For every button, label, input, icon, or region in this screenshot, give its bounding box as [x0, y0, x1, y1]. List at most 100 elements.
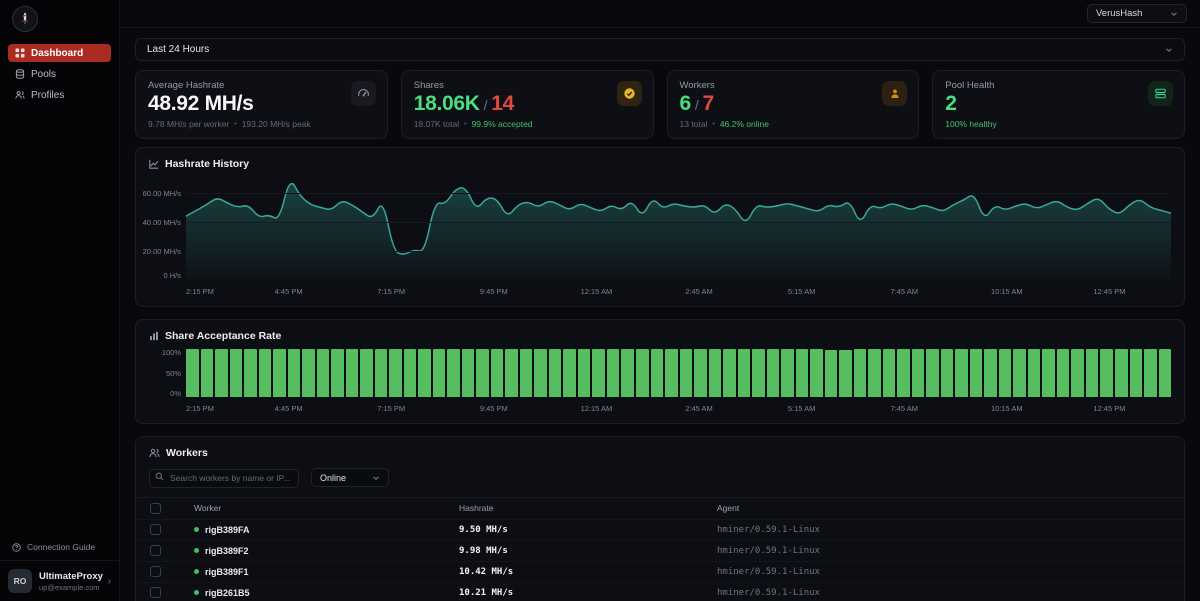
- acceptance-bar: [607, 349, 620, 397]
- x-tick-label: 5:15 AM: [788, 404, 816, 413]
- acceptance-bar: [418, 349, 431, 397]
- select-all-checkbox[interactable]: [150, 503, 161, 514]
- acceptance-bar: [230, 349, 243, 397]
- x-tick-label: 12:45 PM: [1093, 404, 1125, 413]
- avatar: RO: [8, 569, 32, 593]
- x-tick-label: 7:45 AM: [890, 287, 918, 296]
- sidebar-item-label: Pools: [31, 69, 56, 80]
- acceptance-bar: [1159, 349, 1172, 397]
- x-tick-label: 10:15 AM: [991, 287, 1023, 296]
- acceptance-bar: [360, 349, 373, 397]
- status-filter-value: Online: [320, 473, 346, 483]
- acceptance-bar: [578, 349, 591, 397]
- online-status-dot: [194, 569, 199, 574]
- panel-header: Workers: [136, 437, 1184, 466]
- topbar: VerusHash: [120, 0, 1200, 28]
- worker-agent: hminer/0.59.1-Linux: [717, 582, 1184, 601]
- y-tick-label: 40.00 MH/s: [143, 218, 181, 227]
- hashrate-y-axis: 60.00 MH/s40.00 MH/s20.00 MH/s0 H/s: [142, 177, 186, 280]
- acceptance-bar: [839, 350, 852, 397]
- table-row[interactable]: rigB389FA 9.50 MH/s hminer/0.59.1-Linux: [136, 519, 1184, 540]
- value-separator: /: [695, 97, 699, 113]
- row-checkbox[interactable]: [150, 587, 161, 598]
- x-tick-label: 2:45 AM: [685, 287, 713, 296]
- card-subtext: 13 total • 46.2% online: [680, 119, 907, 129]
- acceptance-bars: [186, 349, 1171, 397]
- sidebar-item-profiles[interactable]: Profiles: [8, 86, 111, 104]
- acceptance-bar: [1130, 349, 1143, 397]
- acceptance-bar: [1042, 349, 1055, 397]
- acceptance-bar: [201, 349, 214, 397]
- acceptance-bar: [244, 349, 257, 397]
- worker-name: rigB389F2: [205, 546, 249, 556]
- y-tick-label: 0 H/s: [163, 271, 181, 280]
- time-range-select[interactable]: Last 24 Hours: [135, 38, 1185, 61]
- table-row[interactable]: rigB389F1 10.42 MH/s hminer/0.59.1-Linux: [136, 561, 1184, 582]
- column-header-hashrate: Hashrate: [459, 497, 717, 519]
- acceptance-bar: [302, 349, 315, 397]
- x-tick-label: 12:15 AM: [581, 287, 613, 296]
- status-filter-select[interactable]: Online: [311, 468, 389, 487]
- acceptance-bar: [1057, 349, 1070, 397]
- sidebar-nav: Dashboard Pools Profiles: [0, 40, 119, 108]
- sidebar-item-dashboard[interactable]: Dashboard: [8, 44, 111, 62]
- x-tick-label: 4:45 PM: [275, 404, 303, 413]
- row-checkbox[interactable]: [150, 566, 161, 577]
- acceptance-bar: [447, 349, 460, 397]
- card-subtext: 18.07K total • 99.9% accepted: [414, 119, 641, 129]
- sidebar-item-pools[interactable]: Pools: [8, 65, 111, 83]
- card-workers: Workers 6/7 13 total • 46.2% online: [667, 70, 920, 139]
- connection-guide-link[interactable]: Connection Guide: [0, 534, 119, 560]
- worker-agent: hminer/0.59.1-Linux: [717, 519, 1184, 540]
- acceptance-bar: [273, 349, 286, 397]
- table-row[interactable]: rigB389F2 9.98 MH/s hminer/0.59.1-Linux: [136, 540, 1184, 561]
- panel-title: Share Acceptance Rate: [165, 330, 281, 342]
- acceptance-bar: [781, 349, 794, 397]
- search-icon: [155, 472, 164, 481]
- sidebar-spacer: [0, 108, 119, 534]
- acceptance-bar: [389, 349, 402, 397]
- algorithm-select-value: VerusHash: [1096, 8, 1142, 19]
- acceptance-plot: [186, 349, 1171, 397]
- row-checkbox[interactable]: [150, 545, 161, 556]
- acceptance-bar: [955, 349, 968, 397]
- algorithm-select[interactable]: VerusHash: [1087, 4, 1187, 23]
- x-tick-label: 12:45 PM: [1093, 287, 1125, 296]
- table-row[interactable]: rigB261B5 10.21 MH/s hminer/0.59.1-Linux: [136, 582, 1184, 601]
- acceptance-bar: [767, 349, 780, 397]
- profiles-users-icon: [15, 90, 25, 100]
- x-tick-label: 4:45 PM: [275, 287, 303, 296]
- acceptance-bar: [868, 349, 881, 397]
- bar-chart-icon: [149, 331, 159, 341]
- acceptance-bar: [1028, 349, 1041, 397]
- acceptance-bar: [331, 349, 344, 397]
- card-label: Workers: [680, 80, 907, 91]
- acceptance-bar: [1086, 349, 1099, 397]
- acceptance-chart: 100%50%0%: [136, 349, 1184, 399]
- acceptance-bar: [621, 349, 634, 397]
- acceptance-bar: [1144, 349, 1157, 397]
- x-tick-label: 2:15 PM: [186, 404, 214, 413]
- user-email: up@example.com: [39, 583, 101, 592]
- worker-name: rigB389F1: [205, 567, 249, 577]
- acceptance-bar: [709, 349, 722, 397]
- grid-line: [186, 222, 1171, 223]
- acceptance-bar: [520, 349, 533, 397]
- app-logo[interactable]: [12, 6, 38, 32]
- panel-title: Workers: [166, 447, 208, 459]
- acceptance-bar: [680, 349, 693, 397]
- card-label: Pool Health: [945, 80, 1172, 91]
- card-subtext: 100% healthy: [945, 119, 1172, 129]
- acceptance-bar: [738, 349, 751, 397]
- worker-search-input[interactable]: [149, 469, 299, 488]
- acceptance-bar: [897, 349, 910, 397]
- user-menu[interactable]: RO UltimateProxy up@example.com ›: [0, 560, 119, 601]
- online-status-dot: [194, 548, 199, 553]
- acceptance-bar: [723, 349, 736, 397]
- acceptance-bar: [534, 349, 547, 397]
- acceptance-bar: [186, 349, 199, 397]
- panel-header: Share Acceptance Rate: [136, 320, 1184, 349]
- row-checkbox[interactable]: [150, 524, 161, 535]
- hashrate-plot: [186, 177, 1171, 280]
- y-tick-label: 0%: [170, 389, 181, 398]
